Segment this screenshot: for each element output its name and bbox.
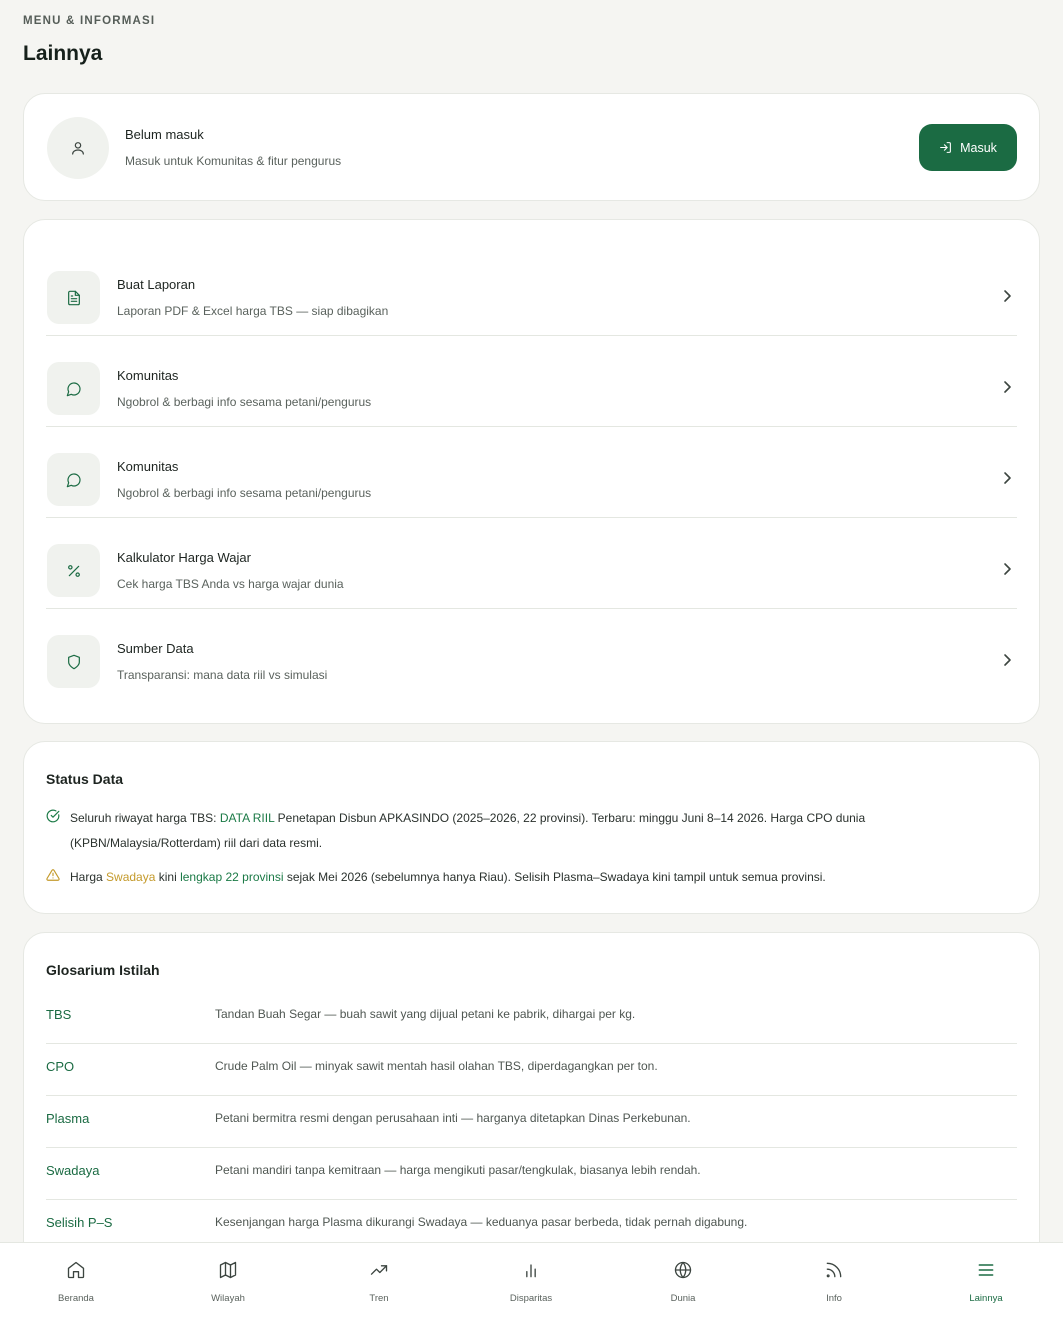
page-title: Lainnya [23,42,103,65]
nav-label: Beranda [58,1293,94,1304]
nav-item-beranda[interactable]: Beranda [16,1243,136,1333]
status-text: sejak Mei 2026 (sebelumnya hanya Riau). … [283,870,826,884]
glossary-row: TBS Tandan Buah Segar — buah sawit yang … [46,992,1017,1044]
status-text: Harga [70,870,107,884]
globe-icon [674,1261,692,1279]
coverage-tag: lengkap 22 provinsi [180,870,284,884]
glossary-row: Selisih P–S Kesenjangan harga Plasma dik… [46,1200,1017,1242]
menu-item-subtitle: Transparansi: mana data riil vs simulasi [117,668,328,682]
glossary-row: Swadaya Petani mandiri tanpa kemitraan —… [46,1148,1017,1200]
menu-item-title: Sumber Data [117,641,194,656]
glossary-term: TBS [46,1007,72,1022]
chevron-right-icon [1004,472,1011,484]
page-eyebrow: MENU & INFORMASI [23,15,156,27]
nav-item-lainnya[interactable]: Lainnya [926,1243,1046,1333]
menu-icon-box [47,635,100,688]
menu-icon [978,1264,994,1276]
nav-item-info[interactable]: Info [774,1243,894,1333]
avatar [47,117,109,179]
glossary-title: Glosarium Istilah [46,962,160,978]
chat-icon [66,381,81,396]
login-button[interactable]: Masuk [919,124,1017,171]
glossary-definition: Tandan Buah Segar — buah sawit yang diju… [215,1007,636,1021]
account-subtitle: Masuk untuk Komunitas & fitur pengurus [125,154,342,168]
menu-item-subtitle: Ngobrol & berbagi info sesama petani/pen… [117,486,372,500]
menu-icon-box [47,362,100,415]
glossary-term: CPO [46,1059,75,1074]
menu-icon-box [47,453,100,506]
menu-item-title: Komunitas [117,459,179,474]
warning-icon [46,869,60,881]
nav-label: Dunia [670,1293,696,1304]
glossary-row: CPO Crude Palm Oil — minyak sawit mentah… [46,1044,1017,1096]
bar-chart-icon [526,1264,536,1278]
real-data-tag: DATA RIIL [219,811,275,825]
chevron-right-icon [1004,290,1011,302]
swadaya-tag: Swadaya [106,870,156,884]
menu-item-komunitas-2[interactable]: Komunitas Ngobrol & berbagi info sesama … [46,427,1017,518]
nav-label: Lainnya [969,1293,1003,1304]
account-title: Belum masuk [125,127,204,142]
nav-item-dunia[interactable]: Dunia [623,1243,743,1333]
status-text: Penetapan Disbun APKASINDO (2025–2026, 2… [274,811,866,825]
glossary-definition: Kesenjangan harga Plasma dikurangi Swada… [215,1215,748,1229]
menu-item-komunitas[interactable]: Komunitas Ngobrol & berbagi info sesama … [46,336,1017,427]
status-text: kini [155,870,181,884]
home-icon [67,1261,85,1279]
menu-item-buat-laporan[interactable]: Buat Laporan Laporan PDF & Excel harga T… [46,245,1017,336]
menu-item-subtitle: Laporan PDF & Excel harga TBS — siap dib… [117,304,389,318]
check-circle-icon [46,809,60,823]
document-icon [67,290,80,305]
nav-label: Info [826,1293,842,1304]
glossary-term: Swadaya [46,1163,100,1178]
menu-item-title: Komunitas [117,368,179,383]
chevron-right-icon [1004,381,1011,393]
chat-icon [66,472,81,487]
menu-icon-box [47,271,100,324]
menu-item-subtitle: Ngobrol & berbagi info sesama petani/pen… [117,395,372,409]
glossary-definition: Petani bermitra resmi dengan perusahaan … [215,1111,691,1125]
user-icon [72,142,84,155]
glossary-definition: Crude Palm Oil — minyak sawit mentah has… [215,1059,658,1073]
nav-item-wilayah[interactable]: Wilayah [168,1243,288,1333]
page: MENU & INFORMASI Lainnya Belum masuk Mas… [0,0,1063,1242]
status-line-swadaya: Harga Swadaya kini lengkap 22 provinsi s… [70,865,960,890]
status-text: (KPBN/Malaysia/Rotterdam) riil dari data… [70,836,323,850]
nav-label: Wilayah [211,1293,245,1304]
chevron-right-icon [1004,654,1011,666]
glossary-definition: Petani mandiri tanpa kemitraan — harga m… [215,1163,701,1177]
glossary-term: Selisih P–S [46,1215,113,1230]
rss-icon [826,1262,842,1278]
menu-item-kalkulator[interactable]: Kalkulator Harga Wajar Cek harga TBS And… [46,518,1017,609]
nav-item-disparitas[interactable]: Disparitas [471,1243,591,1333]
nav-label: Tren [369,1293,389,1304]
bottom-nav: Beranda Wilayah Tren Disparitas Dunia In… [0,1242,1063,1336]
menu-item-title: Kalkulator Harga Wajar [117,550,251,565]
status-text: Seluruh riwayat harga TBS: [70,811,220,825]
glossary-term: Plasma [46,1111,90,1126]
chevron-right-icon [1004,563,1011,575]
login-icon [940,142,951,153]
percent-icon [67,564,80,577]
glossary-card: Glosarium Istilah TBS Tandan Buah Segar … [23,932,1040,1242]
status-title: Status Data [46,771,124,787]
nav-item-tren[interactable]: Tren [319,1243,439,1333]
login-label: Masuk [960,140,997,155]
status-card: Status Data Seluruh riwayat harga TBS: D… [23,741,1040,914]
menu-item-title: Buat Laporan [117,277,196,292]
account-card: Belum masuk Masuk untuk Komunitas & fitu… [23,93,1040,201]
menu-item-sumber-data[interactable]: Sumber Data Transparansi: mana data riil… [46,609,1017,700]
trending-up-icon [370,1265,388,1275]
menu-card: Buat Laporan Laporan PDF & Excel harga T… [23,219,1040,724]
menu-icon-box [47,544,100,597]
menu-item-subtitle: Cek harga TBS Anda vs harga wajar dunia [117,577,344,591]
nav-label: Disparitas [509,1293,553,1304]
glossary-row: Plasma Petani bermitra resmi dengan peru… [46,1096,1017,1148]
shield-icon [67,654,80,669]
status-line-real-data: Seluruh riwayat harga TBS: DATA RIIL Pen… [70,806,960,856]
map-icon [219,1261,237,1279]
